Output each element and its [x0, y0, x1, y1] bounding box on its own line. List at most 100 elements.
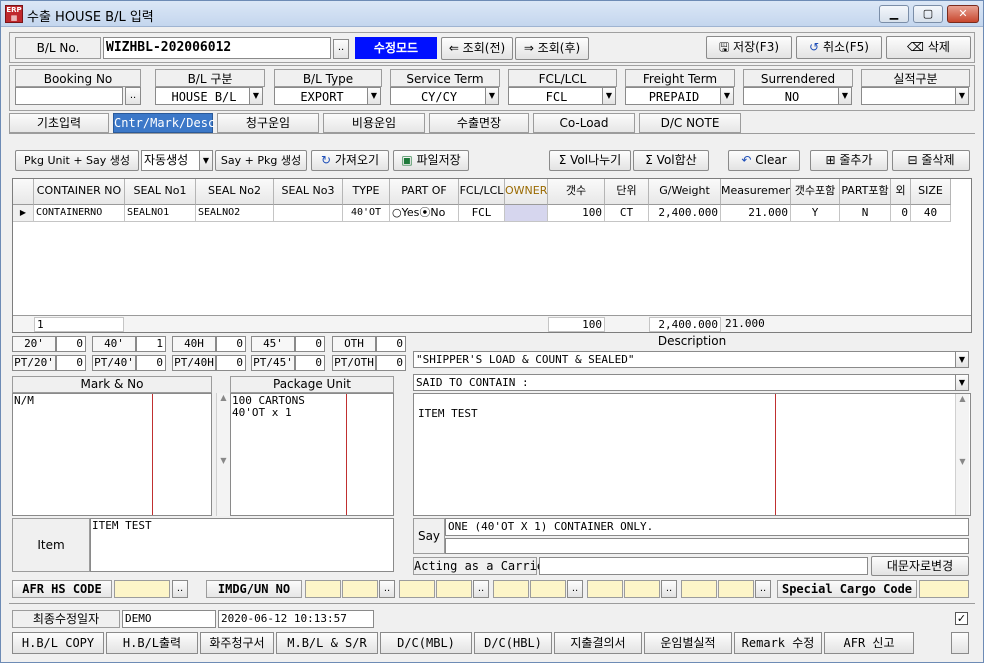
- tab-export-license[interactable]: 수출면장: [429, 113, 529, 133]
- add-row-button[interactable]: ⊞ 줄추가: [810, 150, 888, 171]
- count-value[interactable]: 0: [295, 355, 325, 371]
- mbl-sr-button[interactable]: M.B/L & S/R: [276, 632, 378, 654]
- col-header[interactable]: Measurement: [721, 179, 791, 205]
- col-header[interactable]: PART포함: [840, 179, 891, 205]
- delete-button[interactable]: ⌫ 삭제: [886, 36, 971, 59]
- imdg-input[interactable]: [718, 580, 754, 598]
- tab-co-load[interactable]: Co-Load: [533, 113, 635, 133]
- dc-hbl-button[interactable]: D/C(HBL): [474, 632, 552, 654]
- table-cell[interactable]: 100: [548, 205, 605, 222]
- cancel-button[interactable]: ↺ 취소(F5): [796, 36, 882, 59]
- tab-billing-freight[interactable]: 청구운임: [217, 113, 319, 133]
- table-cell[interactable]: FCL: [459, 205, 505, 222]
- vol-split-button[interactable]: Σ Vol나누기: [549, 150, 631, 171]
- imdg-input[interactable]: [587, 580, 623, 598]
- special-cargo-input[interactable]: [919, 580, 969, 598]
- col-header[interactable]: SEAL No2: [196, 179, 274, 205]
- maximize-button[interactable]: ▢: [913, 5, 943, 23]
- afr-hs-code-input[interactable]: [114, 580, 170, 598]
- say-line1[interactable]: ONE (40'OT X 1) CONTAINER ONLY.: [445, 518, 969, 536]
- part-of-radio-group[interactable]: ○Yes⦿No: [390, 205, 459, 222]
- file-save-button[interactable]: ▣ 파일저장: [393, 150, 469, 171]
- clear-button[interactable]: ↶ Clear: [728, 150, 800, 171]
- chevron-down-icon[interactable]: ▼: [955, 351, 969, 368]
- col-header[interactable]: SEAL No1: [125, 179, 196, 205]
- count-value[interactable]: 0: [56, 336, 86, 352]
- table-cell[interactable]: N: [840, 205, 891, 222]
- count-value[interactable]: 0: [376, 355, 406, 371]
- bl-no-lookup-button[interactable]: ..: [333, 39, 349, 59]
- bl-type-kr-select[interactable]: HOUSE B/L: [155, 87, 251, 105]
- afr-report-button[interactable]: AFR 신고: [824, 632, 914, 654]
- table-cell[interactable]: SEALNO2: [196, 205, 274, 222]
- mark-textarea[interactable]: N/M: [12, 393, 212, 516]
- radio-empty-icon[interactable]: ○: [392, 206, 402, 219]
- imdg-lookup-button[interactable]: ..: [473, 580, 489, 598]
- col-header[interactable]: SEAL No3: [274, 179, 343, 205]
- item-textarea[interactable]: ITEM TEST: [90, 518, 394, 572]
- table-cell[interactable]: 40: [911, 205, 951, 222]
- table-cell[interactable]: 2,400.000: [649, 205, 721, 222]
- checkbox-checked-icon[interactable]: ✓: [955, 612, 968, 625]
- imdg-input[interactable]: [681, 580, 717, 598]
- col-header[interactable]: 외: [891, 179, 911, 205]
- imdg-lookup-button[interactable]: ..: [379, 580, 395, 598]
- table-cell[interactable]: Y: [791, 205, 840, 222]
- imdg-input[interactable]: [305, 580, 341, 598]
- say-pkg-button[interactable]: Say + Pkg 생성: [215, 150, 307, 171]
- table-cell[interactable]: CT: [605, 205, 649, 222]
- freight-term-select[interactable]: PREPAID: [625, 87, 721, 105]
- imdg-input[interactable]: [530, 580, 566, 598]
- imdg-lookup-button[interactable]: ..: [661, 580, 677, 598]
- count-value[interactable]: 0: [136, 355, 166, 371]
- save-button[interactable]: 🖫 저장(F3): [706, 36, 792, 59]
- hbl-copy-button[interactable]: H.B/L COPY: [12, 632, 104, 654]
- dc-mbl-button[interactable]: D/C(MBL): [380, 632, 472, 654]
- delete-row-button[interactable]: ⊟ 줄삭제: [892, 150, 970, 171]
- hbl-print-button[interactable]: H.B/L출력: [106, 632, 198, 654]
- table-cell[interactable]: SEALNO1: [125, 205, 196, 222]
- package-scrollbar[interactable]: ▲ ▼: [216, 393, 230, 516]
- performance-select[interactable]: [861, 87, 956, 105]
- minimize-button[interactable]: ▁: [879, 5, 909, 23]
- description-line2[interactable]: SAID TO CONTAIN :: [413, 374, 957, 391]
- count-value[interactable]: 0: [376, 336, 406, 352]
- count-value[interactable]: 0: [216, 355, 246, 371]
- chevron-down-icon[interactable]: ▼: [720, 87, 734, 105]
- chevron-down-icon[interactable]: ▼: [249, 87, 263, 105]
- tab-cost-freight[interactable]: 비용운임: [323, 113, 425, 133]
- tab-cntr-mark-desc[interactable]: Cntr/Mark/Desc: [113, 113, 215, 133]
- col-header[interactable]: SIZE: [911, 179, 951, 205]
- col-header[interactable]: CONTAINER NO: [34, 179, 125, 205]
- chevron-down-icon[interactable]: ▼: [485, 87, 499, 105]
- freight-performance-button[interactable]: 운임별실적: [644, 632, 732, 654]
- close-button[interactable]: ✕: [947, 5, 979, 23]
- owner-cell[interactable]: [505, 205, 548, 222]
- say-line2[interactable]: [445, 538, 969, 554]
- radio-selected-icon[interactable]: ⦿: [419, 206, 430, 219]
- service-term-select[interactable]: CY/CY: [390, 87, 486, 105]
- chevron-down-icon[interactable]: ▼: [602, 87, 616, 105]
- booking-no-input[interactable]: [15, 87, 123, 105]
- description-scrollbar[interactable]: ▲ ▼: [955, 394, 969, 515]
- table-cell[interactable]: 0: [891, 205, 911, 222]
- table-cell[interactable]: CONTAINERNO: [34, 205, 125, 222]
- description-textarea[interactable]: ITEM TEST: [413, 393, 971, 516]
- next-search-button[interactable]: ⇒ 조회(후): [515, 37, 589, 60]
- count-value[interactable]: 0: [56, 355, 86, 371]
- col-header[interactable]: OWNER: [505, 179, 548, 205]
- bl-type-select[interactable]: EXPORT: [274, 87, 368, 105]
- table-cell[interactable]: 21.000: [721, 205, 791, 222]
- booking-lookup-button[interactable]: ..: [125, 87, 141, 105]
- pkg-unit-say-button[interactable]: Pkg Unit + Say 생성: [15, 150, 139, 171]
- uppercase-button[interactable]: 대문자로변경: [871, 556, 969, 576]
- count-value[interactable]: 1: [136, 336, 166, 352]
- bl-no-input[interactable]: WIZHBL-202006012: [103, 37, 331, 59]
- surrendered-select[interactable]: NO: [743, 87, 839, 105]
- imdg-input[interactable]: [399, 580, 435, 598]
- col-header[interactable]: 갯수포함: [791, 179, 840, 205]
- imdg-input[interactable]: [342, 580, 378, 598]
- col-header[interactable]: 갯수: [548, 179, 605, 205]
- imdg-input[interactable]: [493, 580, 529, 598]
- imdg-input[interactable]: [624, 580, 660, 598]
